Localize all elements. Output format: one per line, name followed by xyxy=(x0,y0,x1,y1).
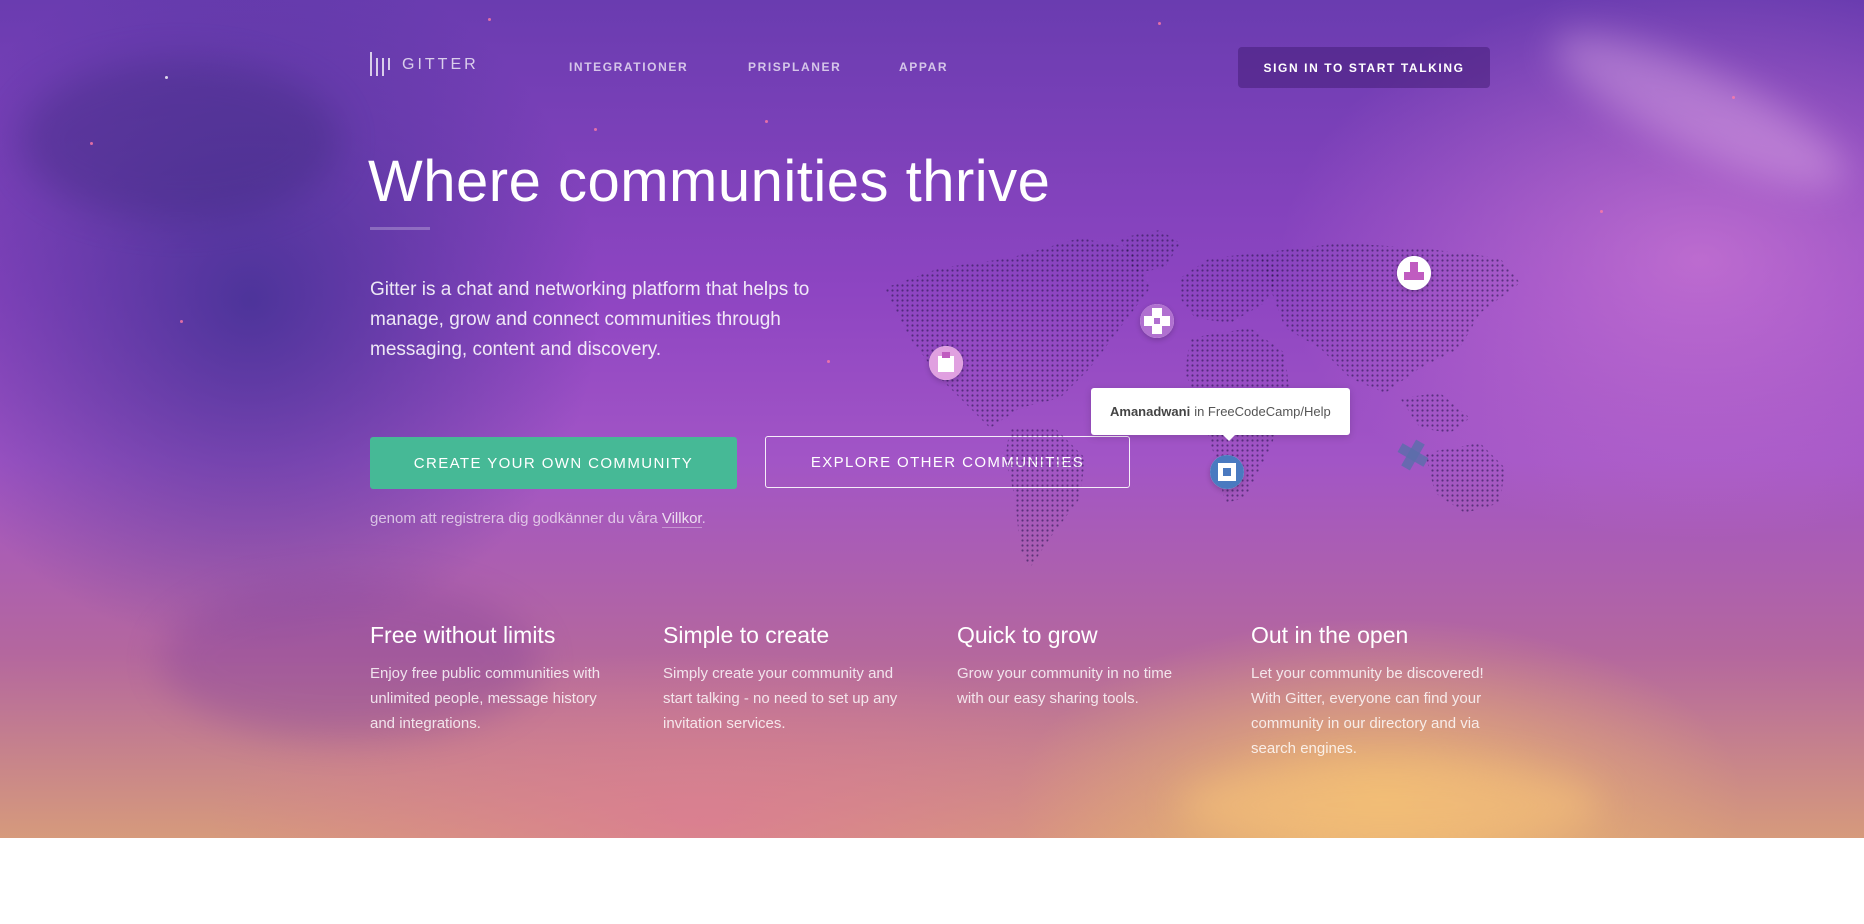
community-avatar-pin[interactable] xyxy=(1210,455,1244,489)
nav-link-integrations[interactable]: INTEGRATIONER xyxy=(569,60,688,74)
tooltip-arrow xyxy=(1222,434,1236,441)
star-dot xyxy=(1158,22,1161,25)
feature-title: Out in the open xyxy=(1251,622,1409,648)
terms-period: . xyxy=(701,510,706,527)
activity-tooltip: Amanadwani in FreeCodeCamp/Help xyxy=(1091,388,1350,435)
terms-text: genom att registrera dig godkänner du vå… xyxy=(370,510,658,527)
feature-title: Simple to create xyxy=(663,622,830,648)
feature-simple: Simple to create Simply create your comm… xyxy=(663,622,903,736)
star-dot xyxy=(488,18,491,21)
feature-text: Enjoy free public communities with unlim… xyxy=(370,665,601,732)
star-dot xyxy=(827,360,830,363)
cloud-decoration xyxy=(1538,6,1862,214)
logo-text: GITTER xyxy=(402,56,479,73)
feature-grow: Quick to grow Grow your community in no … xyxy=(957,622,1197,711)
cloud-decoration xyxy=(1180,760,1600,838)
feature-title: Free without limits xyxy=(370,622,556,648)
title-divider xyxy=(370,227,430,230)
sign-in-button[interactable]: SIGN IN TO START TALKING xyxy=(1238,47,1490,88)
nav-link-pricing[interactable]: PRISPLANER xyxy=(748,60,841,74)
tooltip-room: in FreeCodeCamp/Help xyxy=(1194,404,1331,419)
gitter-logo-icon xyxy=(370,52,390,78)
star-dot xyxy=(165,76,168,79)
terms-notice: genom att registrera dig godkänner du vå… xyxy=(370,510,706,528)
feature-text: Let your community be discovered! With G… xyxy=(1251,665,1484,757)
avatar-icon xyxy=(1397,256,1431,290)
tooltip-username: Amanadwani xyxy=(1110,404,1191,419)
star-dot xyxy=(90,142,93,145)
create-community-button[interactable]: CREATE YOUR OWN COMMUNITY xyxy=(370,437,737,489)
feature-open: Out in the open Let your community be di… xyxy=(1251,622,1491,761)
page-title: Where communities thrive xyxy=(368,149,1051,214)
avatar-icon xyxy=(1210,455,1244,489)
star-dot xyxy=(1732,96,1735,99)
avatar-icon xyxy=(1140,304,1174,338)
hero-section: GITTER INTEGRATIONER PRISPLANER APPAR SI… xyxy=(0,0,1864,838)
star-dot xyxy=(765,120,768,123)
star-dot xyxy=(1600,210,1603,213)
community-avatar-pin[interactable] xyxy=(1140,304,1174,338)
feature-free: Free without limits Enjoy free public co… xyxy=(370,622,610,736)
star-dot xyxy=(180,320,183,323)
feature-text: Simply create your community and start t… xyxy=(663,665,898,732)
community-avatar-pin[interactable] xyxy=(1397,256,1431,290)
avatar-icon xyxy=(929,346,963,380)
feature-text: Grow your community in no time with our … xyxy=(957,665,1173,707)
gitter-logo[interactable]: GITTER xyxy=(370,52,479,78)
feature-title: Quick to grow xyxy=(957,622,1098,648)
nav-link-apps[interactable]: APPAR xyxy=(899,60,948,74)
hero-description: Gitter is a chat and networking platform… xyxy=(370,279,810,360)
star-dot xyxy=(594,128,597,131)
community-avatar-pin[interactable] xyxy=(929,346,963,380)
cloud-decoration xyxy=(20,60,340,220)
terms-link[interactable]: Villkor xyxy=(661,510,702,528)
